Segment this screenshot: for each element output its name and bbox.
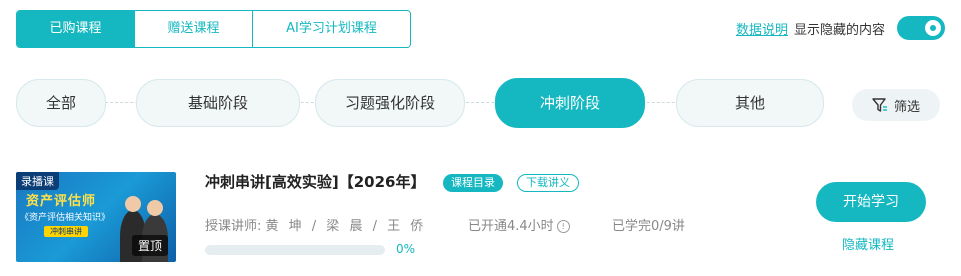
course-type-tabs: 已购课程 赠送课程 AI学习计划课程 xyxy=(16,10,411,48)
opened-duration-text: 已开通4.4小时 xyxy=(468,219,554,234)
show-hidden-toggle[interactable] xyxy=(897,16,945,40)
show-hidden-label: 显示隐藏的内容 xyxy=(793,22,885,38)
completed-lessons: 已学完0/9讲 xyxy=(612,219,685,234)
filter-icon xyxy=(872,98,887,112)
thumb-title: 资产评估师 xyxy=(26,194,97,209)
data-explanation-link[interactable]: 数据说明 xyxy=(736,19,788,38)
course-thumbnail[interactable]: 录播课 资产评估师 《资产评估相关知识》 冲刺串讲 置顶 xyxy=(16,172,176,262)
info-icon[interactable]: ! xyxy=(556,220,570,233)
pin-to-top-button[interactable]: 置顶 xyxy=(131,235,168,256)
teachers-names: 黄 坤 / 梁 晨 / 王 侨 xyxy=(265,219,427,234)
stage-sprint[interactable]: 冲刺阶段 xyxy=(495,78,645,128)
opened-duration: 已开通4.4小时! xyxy=(468,215,570,234)
toggle-knob xyxy=(925,20,941,36)
recorded-course-tag: 录播课 xyxy=(16,172,59,190)
header-right-controls: 数据说明 显示隐藏的内容 xyxy=(736,14,945,42)
progress-bar xyxy=(205,245,385,255)
progress-percent: 0% xyxy=(396,242,416,256)
course-title[interactable]: 冲刺串讲[高效实验]【2026年】 xyxy=(205,171,425,192)
stage-basic[interactable]: 基础阶段 xyxy=(136,79,300,127)
thumb-badge: 冲刺串讲 xyxy=(44,226,88,237)
hide-course-link[interactable]: 隐藏课程 xyxy=(842,234,894,253)
filter-label: 筛选 xyxy=(893,99,920,115)
tab-gifted-courses[interactable]: 赠送课程 xyxy=(135,11,253,47)
stage-all[interactable]: 全部 xyxy=(16,79,106,127)
teachers-label: 授课讲师: xyxy=(205,219,262,234)
course-catalog-button[interactable]: 课程目录 xyxy=(443,174,503,192)
download-handout-button[interactable]: 下载讲义 xyxy=(517,174,579,192)
start-learning-button[interactable]: 开始学习 xyxy=(816,182,926,222)
filter-button[interactable]: 筛选 xyxy=(852,89,940,121)
tab-ai-plan-courses[interactable]: AI学习计划课程 xyxy=(253,11,410,47)
teachers-info: 授课讲师: 黄 坤 / 梁 晨 / 王 侨 xyxy=(205,215,426,234)
stage-exercise[interactable]: 习题强化阶段 xyxy=(315,79,465,127)
tab-purchased-courses[interactable]: 已购课程 xyxy=(17,11,135,47)
stage-other[interactable]: 其他 xyxy=(676,79,824,127)
thumb-subtitle: 《资产评估相关知识》 xyxy=(20,213,111,223)
